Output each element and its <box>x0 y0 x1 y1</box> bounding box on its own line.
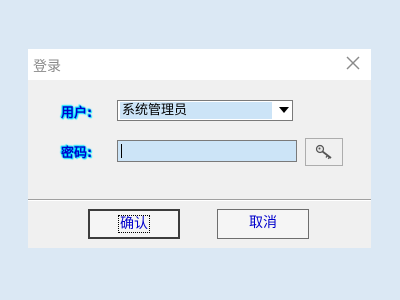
login-dialog: 登录 用户: 系统管理员 密码: 确认 取消 <box>28 49 371 248</box>
text-caret <box>121 144 122 158</box>
close-button[interactable] <box>345 55 361 71</box>
title-bar: 登录 <box>28 49 371 80</box>
user-select-value: 系统管理员 <box>120 102 272 119</box>
ok-button-label: 确认 <box>118 215 150 233</box>
chevron-down-icon <box>279 107 289 113</box>
cancel-button[interactable]: 取消 <box>217 209 309 239</box>
key-icon <box>315 144 332 160</box>
user-select[interactable]: 系统管理员 <box>117 100 293 121</box>
window-title: 登录 <box>33 59 61 75</box>
close-icon <box>346 56 360 70</box>
ok-button[interactable]: 确认 <box>88 209 180 239</box>
password-field[interactable] <box>117 140 297 162</box>
dialog-body: 用户: 系统管理员 密码: 确认 取消 <box>28 80 371 248</box>
soft-keyboard-button[interactable] <box>305 138 343 166</box>
divider <box>28 199 371 201</box>
cancel-button-label: 取消 <box>249 215 277 231</box>
password-label: 密码: <box>61 146 93 161</box>
user-label: 用户: <box>61 106 93 121</box>
